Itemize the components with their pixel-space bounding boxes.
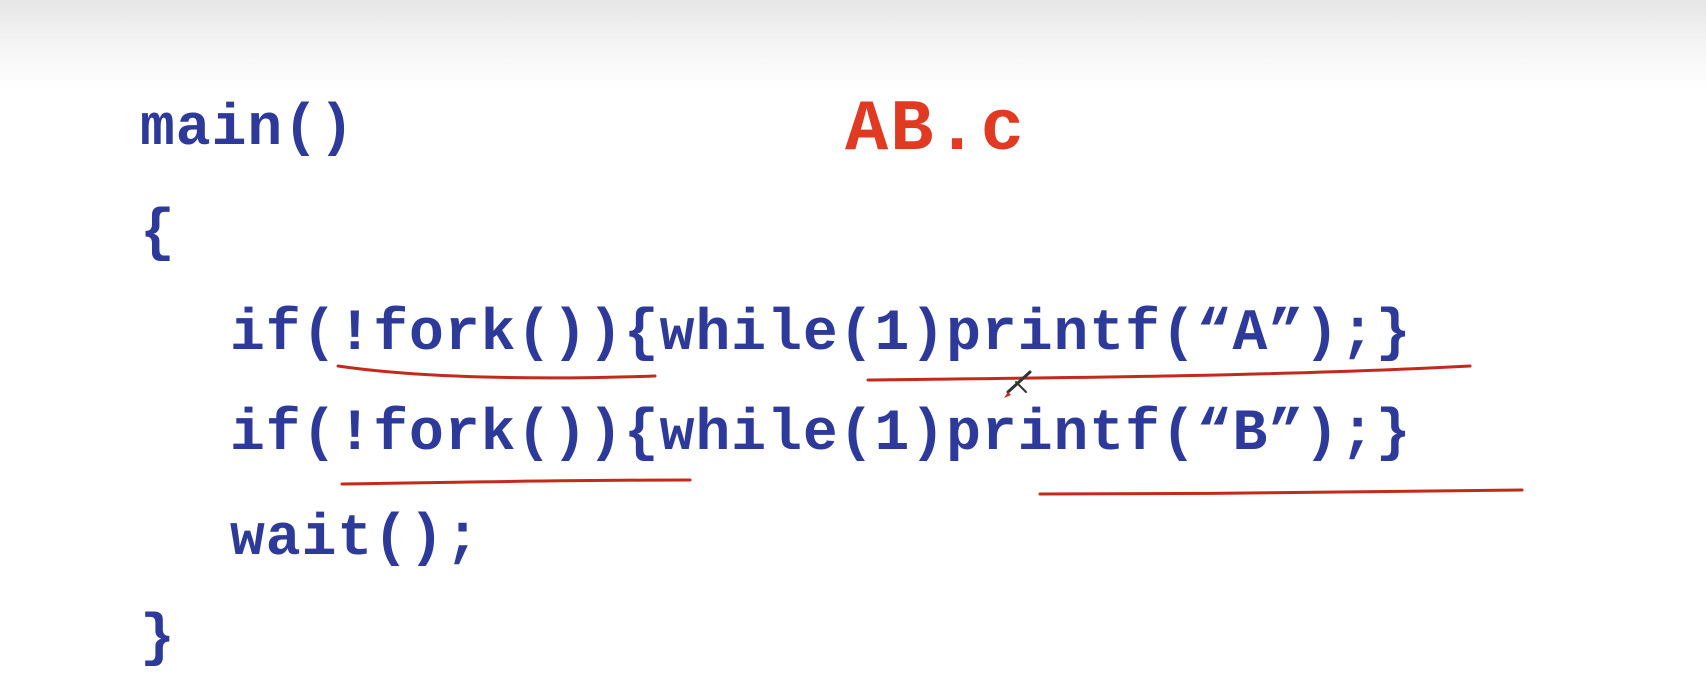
code-line-fork-b: if(!fork()){while(1)printf(“B”);}: [230, 402, 1412, 467]
underline-printf-b: [1038, 488, 1524, 496]
pen-cursor-icon: [1004, 370, 1032, 398]
file-title: AB.c: [845, 89, 1026, 171]
slide-top-gradient: [0, 0, 1706, 90]
code-line-open-brace: {: [140, 202, 176, 267]
code-line-close-brace: }: [140, 607, 176, 672]
code-line-main: main(): [140, 97, 355, 162]
underline-fork-b: [340, 478, 692, 486]
code-line-fork-a: if(!fork()){while(1)printf(“A”);}: [230, 302, 1412, 367]
code-line-wait: wait();: [230, 507, 481, 572]
